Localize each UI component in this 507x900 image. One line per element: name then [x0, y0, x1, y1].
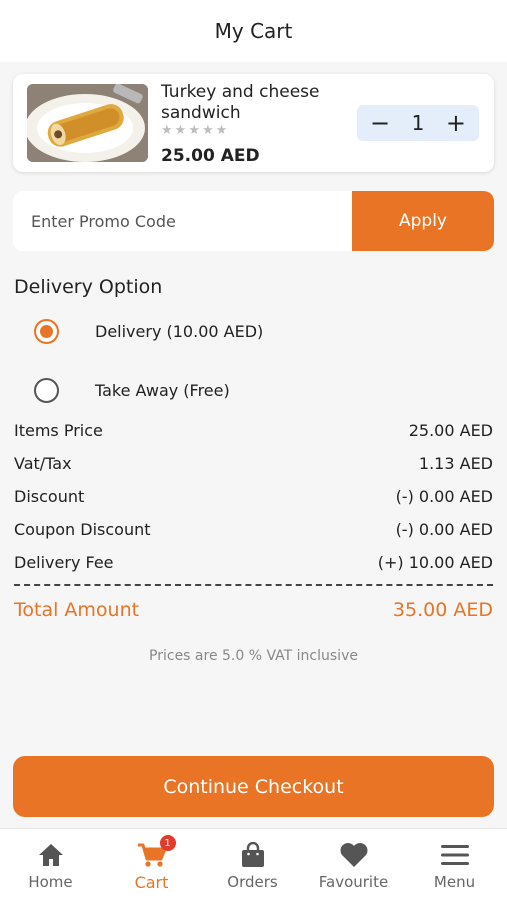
rating-stars: ★★★★★	[161, 123, 229, 138]
cart-icon: 1	[137, 835, 176, 869]
summary-label: Vat/Tax	[14, 453, 72, 473]
decrease-quantity-button[interactable]: −	[367, 111, 393, 135]
product-image	[27, 84, 148, 162]
summary-label: Items Price	[14, 420, 103, 440]
summary-row-delivery-fee: Delivery Fee (+) 10.00 AED	[14, 550, 493, 574]
total-value: 35.00 AED	[392, 599, 493, 621]
nav-label: Cart	[134, 873, 169, 892]
promo-code-box: Apply	[13, 191, 494, 251]
cart-count-badge: 1	[159, 835, 176, 851]
star-icon: ★	[188, 123, 202, 138]
nav-cart[interactable]: 1 Cart	[101, 829, 202, 900]
star-icon: ★	[174, 123, 189, 138]
summary-row-coupon-discount: Coupon Discount (-) 0.00 AED	[14, 517, 493, 541]
nav-label: Menu	[433, 873, 476, 891]
delivery-option-title: Delivery Option	[14, 276, 163, 298]
summary-divider	[14, 584, 493, 586]
item-name: Turkey and cheese sandwich	[161, 82, 320, 123]
radio-unselected-icon[interactable]	[34, 377, 59, 403]
star-icon: ★	[215, 123, 230, 138]
total-label: Total Amount	[14, 599, 140, 621]
heart-icon	[339, 841, 369, 869]
delivery-option-label: Take Away (Free)	[95, 380, 230, 400]
summary-value: 25.00 AED	[408, 420, 493, 440]
delivery-option-label: Delivery (10.00 AED)	[95, 321, 264, 341]
home-icon	[37, 841, 65, 869]
delivery-option-delivery[interactable]: Delivery (10.00 AED)	[34, 318, 263, 344]
vat-note: Prices are 5.0 % VAT inclusive	[149, 648, 358, 664]
summary-label: Discount	[14, 486, 85, 506]
radio-selected-icon[interactable]	[34, 318, 59, 344]
nav-menu[interactable]: Menu	[404, 829, 505, 900]
bottom-navigation: Home 1 Cart Orders Favourite Menu	[0, 828, 507, 900]
nav-favourite[interactable]: Favourite	[303, 829, 404, 900]
apply-promo-button[interactable]: Apply	[352, 191, 494, 251]
summary-label: Delivery Fee	[14, 552, 114, 572]
summary-value: (+) 10.00 AED	[377, 552, 493, 572]
continue-checkout-button[interactable]: Continue Checkout	[13, 756, 494, 817]
delivery-option-takeaway[interactable]: Take Away (Free)	[34, 377, 230, 403]
quantity-stepper: − 1 +	[357, 105, 479, 141]
nav-label: Favourite	[318, 873, 389, 891]
summary-row-vat: Vat/Tax 1.13 AED	[14, 451, 493, 475]
increase-quantity-button[interactable]: +	[443, 111, 469, 135]
item-price: 25.00 AED	[161, 146, 260, 166]
nav-label: Home	[28, 873, 73, 891]
summary-value: (-) 0.00 AED	[395, 519, 493, 539]
promo-code-input[interactable]	[13, 191, 352, 251]
nav-home[interactable]: Home	[0, 829, 101, 900]
app-header: My Cart	[0, 0, 507, 62]
summary-row-items-price: Items Price 25.00 AED	[14, 418, 493, 442]
nav-label: Orders	[227, 873, 278, 891]
page-title: My Cart	[214, 19, 293, 43]
cart-item-card[interactable]: Turkey and cheese sandwich ★★★★★ 25.00 A…	[13, 74, 494, 172]
nav-orders[interactable]: Orders	[202, 829, 303, 900]
total-amount-row: Total Amount 35.00 AED	[14, 597, 493, 623]
star-icon: ★	[201, 123, 216, 138]
star-icon: ★	[161, 123, 175, 138]
summary-value: 1.13 AED	[418, 453, 493, 473]
quantity-value: 1	[411, 111, 425, 135]
summary-row-discount: Discount (-) 0.00 AED	[14, 484, 493, 508]
menu-icon	[440, 841, 469, 869]
bag-icon	[240, 841, 266, 869]
cart-screen: My Cart Turkey and cheese sandwich ★★★★★…	[0, 0, 507, 900]
summary-label: Coupon Discount	[14, 519, 151, 539]
summary-value: (-) 0.00 AED	[395, 486, 493, 506]
